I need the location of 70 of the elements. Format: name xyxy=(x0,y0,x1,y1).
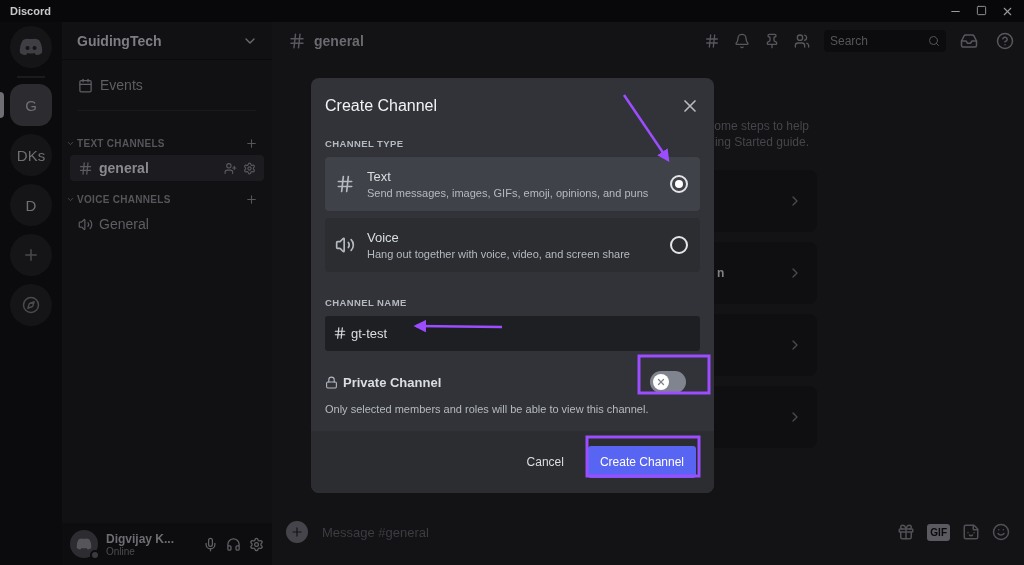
category-label[interactable]: VOICE CHANNELS xyxy=(77,193,171,205)
channel-item[interactable]: general xyxy=(70,155,264,181)
gift-icon[interactable] xyxy=(897,523,916,541)
lock-icon xyxy=(325,375,338,389)
server-icon[interactable]: DKs xyxy=(10,134,52,176)
explore-button[interactable] xyxy=(10,284,52,326)
speaker-icon xyxy=(335,235,355,255)
option-name: Text xyxy=(367,169,392,184)
channel-title: general xyxy=(314,33,365,49)
home-button[interactable] xyxy=(10,26,52,68)
private-channel-label: Private Channel xyxy=(343,374,442,390)
smile-icon[interactable] xyxy=(992,523,1010,541)
server-name[interactable]: GuidingTech xyxy=(77,32,162,49)
add-attachment-button[interactable] xyxy=(286,521,308,543)
inbox-icon[interactable] xyxy=(960,32,978,50)
microphone-icon[interactable] xyxy=(203,536,218,552)
user-name: Digvijay K... xyxy=(106,531,176,546)
server-icon[interactable]: D xyxy=(10,184,52,226)
create-channel-button[interactable]: Create Channel xyxy=(587,446,696,478)
hash-icon xyxy=(288,32,306,50)
channel-type-option[interactable]: Text Send messages, images, GIFs, emoji, opinions, and puns xyxy=(325,157,700,211)
add-server-button[interactable] xyxy=(10,234,52,276)
private-description: Only selected members and roles will be able to view this channel. xyxy=(325,403,650,415)
user-status: Online xyxy=(106,545,135,557)
radio-button[interactable] xyxy=(670,236,688,254)
dialog-title: Create Channel xyxy=(325,97,438,115)
channel-type-option[interactable]: Voice Hang out together with voice, video, and screen share xyxy=(325,218,700,272)
channel-item[interactable]: General xyxy=(70,211,264,237)
compass-icon xyxy=(22,296,40,314)
option-description: Hang out together with voice, video, and screen share xyxy=(367,248,631,260)
maximize-icon[interactable] xyxy=(976,4,987,16)
cancel-button[interactable]: Cancel xyxy=(510,447,580,477)
hash-icon xyxy=(333,326,347,340)
threads-icon[interactable] xyxy=(704,33,720,49)
plus-icon xyxy=(290,525,304,539)
category-label[interactable]: TEXT CHANNELS xyxy=(77,137,165,149)
sticker-icon[interactable] xyxy=(962,523,980,541)
headphones-icon[interactable] xyxy=(226,536,241,552)
bell-icon[interactable] xyxy=(734,33,750,49)
add-member-icon[interactable] xyxy=(224,161,237,175)
hash-icon xyxy=(78,160,93,176)
gif-button[interactable]: GIF xyxy=(927,523,950,541)
private-toggle[interactable] xyxy=(650,371,686,393)
settings-icon[interactable] xyxy=(249,536,264,552)
radio-button[interactable] xyxy=(670,175,688,193)
app-logo-icon xyxy=(19,38,43,56)
section-label: CHANNEL TYPE xyxy=(325,138,405,149)
server-icon[interactable]: G xyxy=(10,84,52,126)
annotation-arrow xyxy=(622,94,670,163)
hash-icon xyxy=(335,174,355,194)
search-field[interactable]: Search xyxy=(824,30,946,52)
option-name: Voice xyxy=(367,230,400,245)
speaker-icon xyxy=(78,216,93,232)
plus-icon xyxy=(22,246,40,264)
channel-name-field[interactable]: gt-test xyxy=(325,316,700,351)
search-icon xyxy=(928,35,940,47)
section-label: CHANNEL NAME xyxy=(325,297,408,308)
selection-indicator xyxy=(0,92,4,118)
events-link[interactable]: Events xyxy=(100,77,143,93)
plus-icon[interactable] xyxy=(245,192,258,206)
members-icon[interactable] xyxy=(794,33,810,49)
calendar-icon xyxy=(78,77,93,93)
plus-icon[interactable] xyxy=(245,136,258,150)
x-icon xyxy=(656,377,666,387)
app-title: Discord xyxy=(10,5,51,17)
user-avatar[interactable] xyxy=(70,530,98,558)
option-description: Send messages, images, GIFs, emoji, opinions, and puns xyxy=(367,187,650,199)
help-icon[interactable] xyxy=(996,32,1014,50)
settings-icon[interactable] xyxy=(243,161,256,175)
pin-icon[interactable] xyxy=(764,33,780,49)
